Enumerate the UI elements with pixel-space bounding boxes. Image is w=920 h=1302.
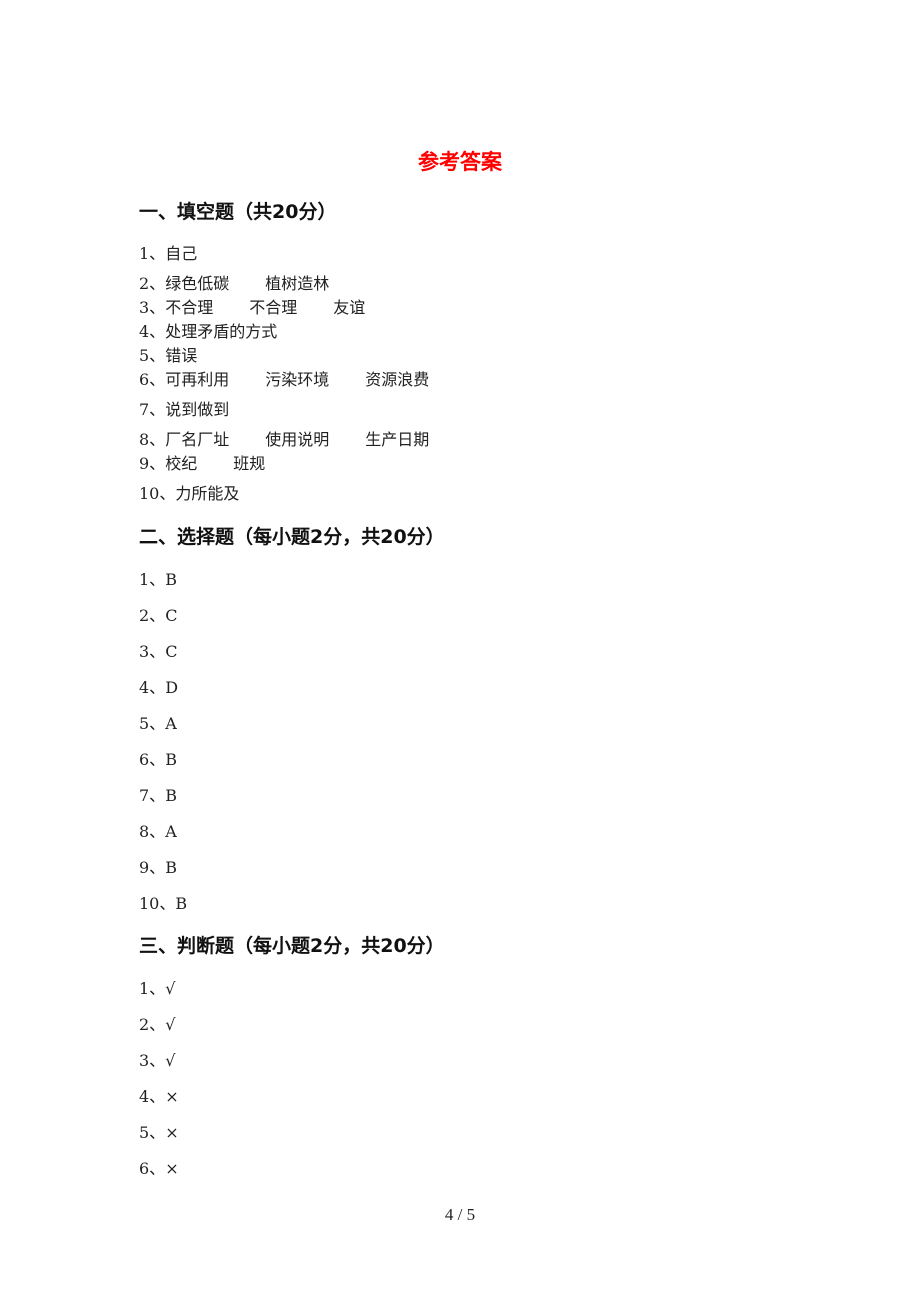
- item-number: 6、: [139, 370, 166, 389]
- check-mark-icon: √: [165, 1015, 176, 1034]
- answer-text: 厂名厂址: [165, 430, 230, 449]
- answer-line: 3、√: [139, 1047, 211, 1071]
- item-number: 2、: [139, 606, 166, 625]
- item-number: 1、: [139, 244, 166, 263]
- answer-line: 8、A: [139, 818, 213, 842]
- item-number: 3、: [139, 298, 166, 317]
- page-indicator: 4 / 5: [444, 1205, 476, 1224]
- answer-line: 10、力所能及: [139, 480, 275, 504]
- answer-text: 自己: [165, 244, 198, 263]
- section-heading-true-false: 三、判断题（每小题2分，共20分）: [139, 935, 445, 957]
- item-number: 7、: [139, 786, 166, 805]
- answer-text: 友谊: [333, 298, 366, 317]
- cross-mark-icon: ×: [165, 1123, 179, 1142]
- section-heading-fill-in: 一、填空题（共20分）: [139, 201, 337, 223]
- answer-text: 不合理: [165, 298, 214, 317]
- item-number: 7、: [139, 400, 166, 419]
- item-number: 4、: [139, 678, 166, 697]
- answer-line: 7、说到做到: [139, 396, 265, 420]
- answer-text: 不合理: [249, 298, 298, 317]
- answer-text: B: [165, 786, 177, 805]
- answer-line: 5、错误: [139, 342, 233, 366]
- answer-text: 生产日期: [365, 430, 430, 449]
- cross-mark-icon: ×: [165, 1159, 179, 1178]
- answer-text: C: [165, 606, 178, 625]
- item-number: 5、: [139, 1123, 166, 1142]
- answer-text: 错误: [165, 346, 198, 365]
- answer-text: 污染环境: [265, 370, 330, 389]
- answer-line: 2、√: [139, 1011, 211, 1035]
- answer-text: 力所能及: [175, 484, 240, 503]
- answer-text: 说到做到: [165, 400, 230, 419]
- answer-line: 5、×: [139, 1119, 215, 1143]
- item-number: 6、: [139, 750, 166, 769]
- answer-line: 8、厂名厂址 使用说明 生产日期: [139, 426, 465, 450]
- item-number: 4、: [139, 1087, 166, 1106]
- answer-text: B: [175, 894, 188, 913]
- answer-line: 5、A: [139, 710, 213, 734]
- answer-line: 10、B: [139, 890, 223, 914]
- answer-line: 3、C: [139, 638, 213, 662]
- answer-text: D: [165, 678, 179, 697]
- item-number: 8、: [139, 430, 166, 449]
- item-number: 2、: [139, 1015, 166, 1034]
- answer-text: 可再利用: [165, 370, 230, 389]
- item-number: 9、: [139, 454, 166, 473]
- answer-text: A: [165, 714, 177, 733]
- cross-mark-icon: ×: [165, 1087, 179, 1106]
- check-mark-icon: √: [165, 1051, 176, 1070]
- item-number: 2、: [139, 274, 166, 293]
- answer-line: 7、B: [139, 782, 213, 806]
- check-mark-icon: √: [165, 979, 176, 998]
- answer-text: B: [165, 858, 177, 877]
- answer-text: B: [165, 750, 177, 769]
- answer-line: 9、B: [139, 854, 213, 878]
- answer-line: 6、×: [139, 1155, 215, 1179]
- page-title: 参考答案: [418, 150, 502, 174]
- answer-text: 班规: [233, 454, 266, 473]
- answer-line: 2、C: [139, 602, 213, 626]
- item-number: 1、: [139, 979, 166, 998]
- item-number: 5、: [139, 714, 166, 733]
- item-number: 8、: [139, 822, 166, 841]
- answer-line: 2、绿色低碳 植树造林: [139, 270, 365, 294]
- item-number: 5、: [139, 346, 166, 365]
- item-number: 1、: [139, 570, 166, 589]
- answer-line: 6、可再利用 污染环境 资源浪费: [139, 366, 465, 390]
- answer-line: 9、校纪 班规: [139, 450, 301, 474]
- answer-text: 绿色低碳: [165, 274, 230, 293]
- item-number: 3、: [139, 1051, 166, 1070]
- answer-text: 校纪: [165, 454, 198, 473]
- answer-line: 4、处理矛盾的方式: [139, 318, 313, 342]
- answer-line: 1、自己: [139, 240, 233, 264]
- answer-line: 4、D: [139, 674, 214, 698]
- answer-line: 3、不合理 不合理 友谊: [139, 294, 401, 318]
- item-number: 9、: [139, 858, 166, 877]
- answer-line: 6、B: [139, 746, 213, 770]
- answer-line: 1、√: [139, 975, 211, 999]
- item-number: 3、: [139, 642, 166, 661]
- item-number: 6、: [139, 1159, 166, 1178]
- answer-text: 资源浪费: [365, 370, 430, 389]
- answer-line: 1、B: [139, 566, 213, 590]
- answer-text: 植树造林: [265, 274, 330, 293]
- answer-text: C: [165, 642, 178, 661]
- answer-text: A: [165, 822, 177, 841]
- item-number: 4、: [139, 322, 166, 341]
- section-heading-multiple-choice: 二、选择题（每小题2分，共20分）: [139, 526, 445, 548]
- document-page: 参考答案 一、填空题（共20分） 1、自己 2、绿色低碳 植树造林 3、不合理 不合…: [0, 0, 920, 1302]
- item-number: 10、: [139, 894, 176, 913]
- item-number: 10、: [139, 484, 176, 503]
- answer-text: 使用说明: [265, 430, 330, 449]
- answer-text: 处理矛盾的方式: [165, 322, 278, 341]
- answer-line: 4、×: [139, 1083, 215, 1107]
- answer-text: B: [165, 570, 177, 589]
